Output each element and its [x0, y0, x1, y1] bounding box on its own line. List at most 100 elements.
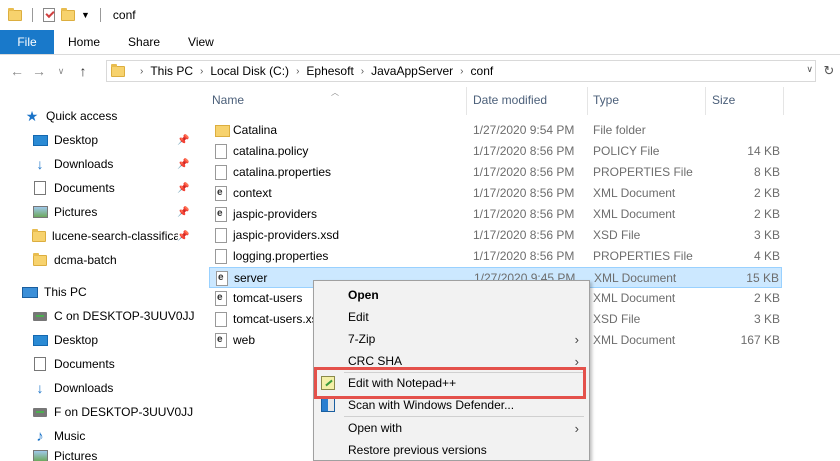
recent-locations-icon[interactable]: ∨: [50, 66, 72, 77]
column-header-date[interactable]: Date modified: [473, 93, 547, 111]
pin-icon[interactable]: 📌: [177, 159, 189, 170]
nav-item-pictures[interactable]: Pictures 📌: [32, 201, 222, 223]
file-row[interactable]: Catalina 1/27/2020 9:54 PM File folder: [209, 120, 782, 141]
nav-this-pc[interactable]: This PC: [22, 281, 212, 303]
nav-item-documents[interactable]: Documents 📌: [32, 177, 222, 199]
nav-item-f-drive[interactable]: F on DESKTOP-3UUV0JJ: [32, 401, 222, 423]
downloads-icon: ↓: [36, 380, 44, 396]
menu-item-label: Restore previous versions: [348, 443, 487, 457]
network-drive-icon: [33, 407, 47, 417]
file-size: 167 KB: [740, 333, 780, 347]
file-size: 14 KB: [747, 144, 780, 158]
breadcrumb-this-pc[interactable]: This PC: [150, 64, 193, 78]
pin-icon[interactable]: 📌: [177, 231, 189, 242]
menu-item-restore-versions[interactable]: Restore previous versions: [314, 439, 589, 461]
breadcrumb-separator-icon[interactable]: ›: [361, 66, 364, 77]
breadcrumb-separator-icon[interactable]: ›: [296, 66, 299, 77]
nav-label: lucene-search-classifica: [52, 229, 178, 243]
pin-icon[interactable]: 📌: [177, 135, 189, 146]
breadcrumb-separator-icon[interactable]: ›: [460, 66, 463, 77]
nav-item-dcma-batch[interactable]: dcma-batch: [32, 249, 222, 271]
file-type: XML Document: [593, 333, 676, 347]
address-bar[interactable]: › This PC › Local Disk (C:) › Ephesoft ›…: [106, 60, 816, 82]
properties-icon[interactable]: [43, 8, 55, 22]
back-arrow-icon[interactable]: ←: [6, 63, 28, 79]
nav-item-c-drive[interactable]: C on DESKTOP-3UUV0JJ: [32, 305, 222, 327]
column-divider[interactable]: [783, 87, 784, 115]
nav-label: Pictures: [54, 205, 98, 219]
nav-item-music[interactable]: ♪ Music: [32, 425, 222, 447]
menu-item-open-with[interactable]: Open with ›: [314, 417, 589, 439]
file-row[interactable]: context 1/17/2020 8:56 PM XML Document 2 KB: [209, 183, 782, 204]
file-row[interactable]: jaspic-providers.xsd 1/17/2020 8:56 PM XSD…: [209, 225, 782, 246]
breadcrumb-javaappserver[interactable]: JavaAppServer: [371, 64, 453, 78]
file-type: XSD File: [593, 228, 641, 242]
column-header-type[interactable]: Type: [593, 93, 619, 111]
file-name: Catalina: [233, 123, 278, 137]
nav-label: Documents: [54, 181, 115, 195]
file-size: 4 KB: [753, 249, 780, 263]
file-row[interactable]: catalina.properties 1/17/2020 8:56 PM PROP…: [209, 162, 782, 183]
xml-file-icon: [215, 186, 227, 201]
menu-item-label: CRC SHA: [348, 354, 403, 368]
column-divider[interactable]: [705, 87, 706, 115]
breadcrumb-local-disk[interactable]: Local Disk (C:): [210, 64, 289, 78]
menu-item-edit[interactable]: Edit: [314, 306, 589, 328]
folder-icon: [215, 125, 230, 137]
nav-label: Desktop: [54, 333, 99, 347]
nav-item-pc-pictures[interactable]: Pictures: [32, 449, 222, 461]
file-name: web: [233, 333, 256, 347]
tab-file[interactable]: File: [0, 30, 54, 54]
breadcrumb-separator-icon[interactable]: ›: [140, 66, 143, 77]
file-row[interactable]: jaspic-providers 1/17/2020 8:56 PM XML Doc…: [209, 204, 782, 225]
ribbon-tabs: File Home Share View: [0, 30, 840, 55]
folder-icon: [32, 228, 46, 242]
quick-access-toolbar: ▼: [8, 7, 105, 22]
customize-toolbar-icon[interactable]: ▼: [81, 10, 90, 20]
file-icon: [215, 228, 227, 243]
menu-item-open[interactable]: Open: [314, 284, 589, 306]
column-header-size[interactable]: Size: [712, 93, 735, 111]
column-header-name[interactable]: Name: [212, 93, 244, 111]
nav-item-downloads[interactable]: ↓ Downloads 📌: [32, 153, 222, 175]
tab-home[interactable]: Home: [54, 30, 114, 54]
forward-arrow-icon[interactable]: →: [28, 63, 50, 79]
nav-item-pc-desktop[interactable]: Desktop: [32, 329, 222, 351]
breadcrumb-conf[interactable]: conf: [471, 64, 494, 78]
file-row[interactable]: logging.properties 1/17/2020 8:56 PM PROPE…: [209, 246, 782, 267]
nav-item-lucene[interactable]: lucene-search-classifica: [32, 225, 178, 247]
nav-quick-access[interactable]: ★ Quick access: [24, 105, 214, 127]
refresh-icon[interactable]: ↻: [818, 60, 840, 82]
up-arrow-icon[interactable]: ↑: [72, 63, 94, 79]
column-divider[interactable]: [587, 87, 588, 115]
file-type: XML Document: [594, 271, 677, 285]
network-drive-icon: [33, 311, 47, 321]
music-icon: ♪: [36, 427, 44, 445]
xml-file-icon: [215, 333, 227, 348]
nav-item-pc-downloads[interactable]: ↓ Downloads: [32, 377, 222, 399]
breadcrumb-separator-icon[interactable]: ›: [200, 66, 203, 77]
nav-label: Pictures: [54, 449, 98, 461]
menu-item-7zip[interactable]: 7-Zip ›: [314, 328, 589, 350]
new-folder-icon[interactable]: [61, 7, 75, 21]
file-row[interactable]: catalina.policy 1/17/2020 8:56 PM POLICY F…: [209, 141, 782, 162]
tab-share[interactable]: Share: [114, 30, 174, 54]
file-date: 1/17/2020 8:56 PM: [473, 165, 575, 179]
breadcrumb-ephesoft[interactable]: Ephesoft: [306, 64, 353, 78]
nav-item-desktop[interactable]: Desktop 📌: [32, 129, 222, 151]
nav-label: dcma-batch: [54, 253, 117, 267]
column-divider[interactable]: [466, 87, 467, 115]
address-dropdown-icon[interactable]: ∨: [806, 64, 813, 75]
downloads-icon: ↓: [36, 156, 44, 172]
file-date: 1/17/2020 8:56 PM: [473, 207, 575, 221]
submenu-arrow-icon: ›: [574, 331, 579, 347]
file-icon: [215, 312, 227, 327]
file-size: 8 KB: [753, 165, 780, 179]
menu-item-label: Edit: [348, 310, 369, 324]
tab-view[interactable]: View: [174, 30, 228, 54]
nav-item-pc-documents[interactable]: Documents: [32, 353, 222, 375]
pin-icon[interactable]: 📌: [177, 183, 189, 194]
submenu-arrow-icon: ›: [574, 420, 579, 436]
file-name: catalina.properties: [233, 165, 332, 179]
pin-icon[interactable]: 📌: [177, 207, 189, 218]
